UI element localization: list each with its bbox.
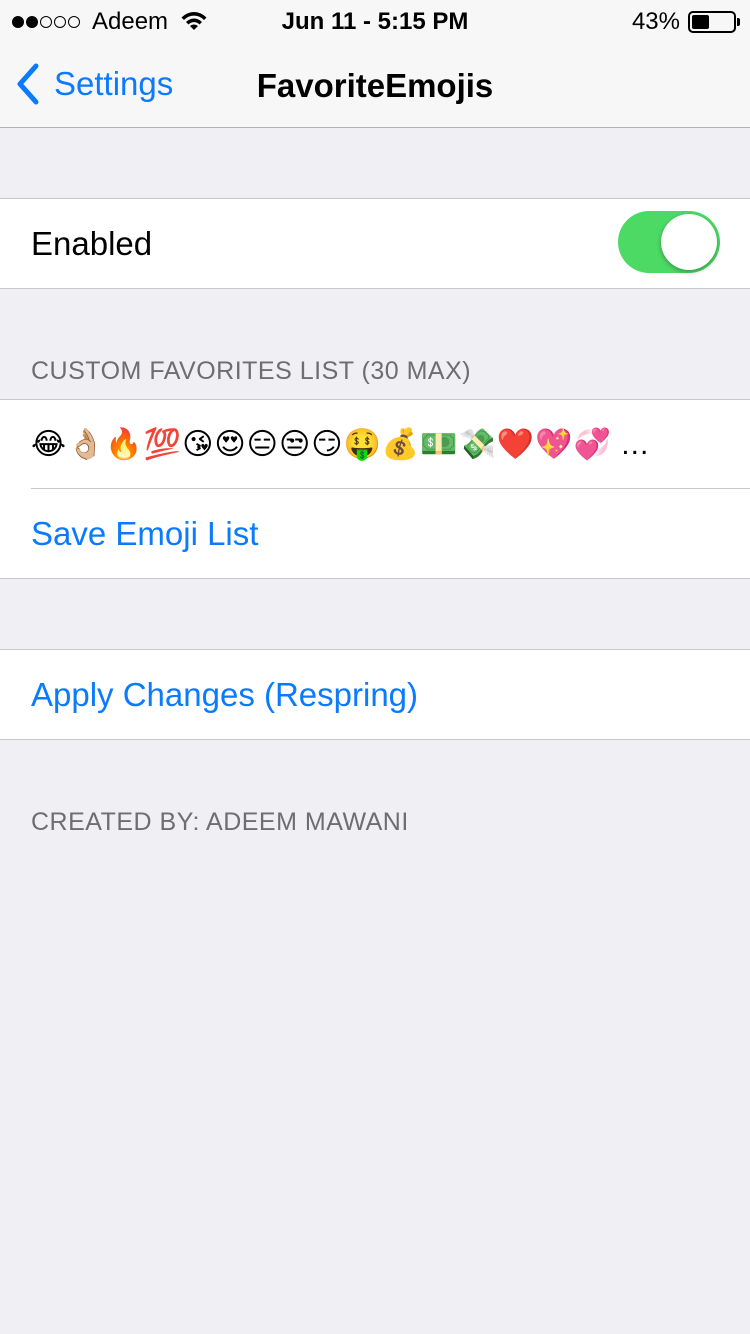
toggle-knob [661,214,717,270]
battery-fill [692,15,710,29]
status-bar: Adeem Jun 11 - 5:15 PM 43% [0,0,750,40]
navigation-bar: Settings FavoriteEmojis [0,40,750,128]
footer-credit: CREATED BY: ADEEM MAWANI [31,808,409,836]
emoji-list-field[interactable]: 😂👌🏼🔥💯😘😍😑😒😏🤑💰💵💸❤️💖💞 ... [0,400,750,489]
enabled-cell: Enabled [0,199,750,288]
enabled-label: Enabled [31,224,153,262]
page-title: FavoriteEmojis [256,67,494,104]
battery-percentage: 43% [631,8,680,35]
apply-changes-button[interactable]: Apply Changes (Respring) [0,650,750,739]
emoji-list-value: 😂👌🏼🔥💯😘😍😑😒😏🤑💰💵💸❤️💖💞 ... [31,428,650,461]
favorites-section-header: CUSTOM FAVORITES LIST (30 MAX) [31,357,472,385]
save-emoji-list-label: Save Emoji List [31,514,259,552]
save-emoji-list-button[interactable]: Save Emoji List [0,489,750,578]
favorites-group: 😂👌🏼🔥💯😘😍😑😒😏🤑💰💵💸❤️💖💞 ... Save Emoji List [0,399,750,579]
apply-group: Apply Changes (Respring) [0,649,750,740]
status-right: 43% [631,8,740,36]
apply-changes-label: Apply Changes (Respring) [31,675,419,713]
enabled-group: Enabled [0,198,750,289]
enabled-toggle[interactable] [618,211,720,273]
battery-icon [688,11,740,33]
